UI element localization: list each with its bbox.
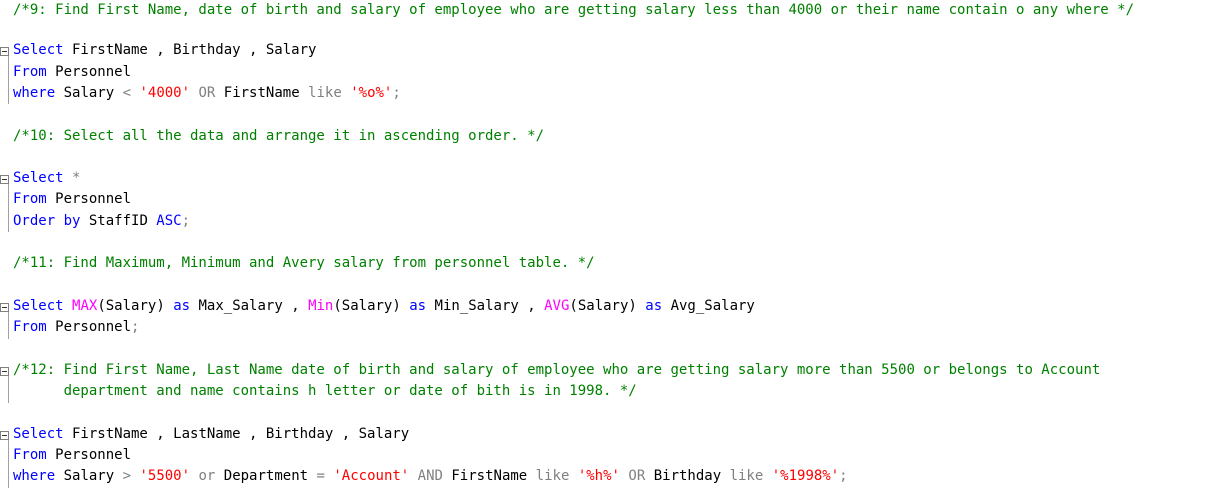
table-name: Personnel	[46, 319, 132, 335]
keyword-as: as	[173, 298, 191, 314]
code-line[interactable]: Order by StaffID ASC;	[13, 211, 190, 232]
string-literal: 'Account'	[333, 468, 410, 484]
function-args: (Salary)	[333, 298, 401, 314]
identifier: Department	[215, 468, 317, 484]
operator-like: like	[308, 85, 342, 101]
string-literal: '4000'	[139, 85, 191, 101]
function-avg: AVG	[544, 298, 570, 314]
operator-or: OR	[619, 468, 646, 484]
code-line[interactable]: /*9: Find First Name, date of birth and …	[13, 0, 1134, 21]
code-line[interactable]: /*12: Find First Name, Last Name date of…	[13, 360, 1100, 381]
alias: Max_Salary ,	[190, 298, 309, 314]
keyword-select: Select	[13, 42, 64, 58]
keyword-where: where	[13, 85, 56, 101]
keyword-asc: ASC	[156, 213, 182, 229]
semicolon: ;	[392, 85, 401, 101]
identifier: FirstName	[442, 468, 536, 484]
column-list: FirstName , LastName , Birthday , Salary	[63, 426, 410, 442]
keyword-from: From	[13, 64, 47, 80]
comment: department and name contains h letter or…	[13, 383, 637, 399]
fold-line	[8, 312, 9, 339]
operator: >	[122, 468, 132, 484]
sql-code-editor[interactable]: /*9: Find First Name, date of birth and …	[0, 0, 1230, 502]
keyword-from: From	[13, 447, 47, 463]
identifier: StaffID	[80, 213, 157, 229]
code-line[interactable]: /*11: Find Maximum, Minimum and Avery sa…	[13, 253, 595, 274]
code-line[interactable]: From Personnel	[13, 445, 131, 466]
alias: Min_Salary ,	[426, 298, 545, 314]
code-line[interactable]: From Personnel	[13, 62, 131, 83]
collapse-icon[interactable]	[0, 303, 9, 312]
alias: Avg_Salary	[662, 298, 755, 314]
keyword-from: From	[13, 319, 47, 335]
star-operator: *	[63, 170, 81, 186]
keyword-from: From	[13, 191, 47, 207]
comment: /*10: Select all the data and arrange it…	[13, 128, 545, 144]
table-name: Personnel	[46, 64, 132, 80]
collapse-icon[interactable]	[0, 47, 9, 56]
code-line[interactable]: Select FirstName , LastName , Birthday ,…	[13, 424, 409, 445]
operator-like: like	[729, 468, 764, 484]
function-min: Min	[308, 298, 334, 314]
keyword-select: Select	[13, 426, 64, 442]
table-name: Personnel	[46, 191, 132, 207]
semicolon: ;	[839, 468, 848, 484]
string-literal: '5500'	[139, 468, 191, 484]
comment: /*12: Find First Name, Last Name date of…	[13, 362, 1101, 378]
operator: <	[122, 85, 132, 101]
operator-like: like	[535, 468, 570, 484]
keyword-select: Select	[13, 170, 64, 186]
collapse-icon[interactable]	[0, 431, 9, 440]
code-line[interactable]: From Personnel;	[13, 317, 139, 338]
fold-line	[8, 440, 9, 488]
semicolon: ;	[181, 213, 191, 229]
code-line[interactable]: where Salary > '5500' or Department = 'A…	[13, 466, 848, 487]
function-max: MAX	[72, 298, 98, 314]
string-literal: '%o%'	[350, 85, 393, 101]
identifier: Salary	[55, 85, 123, 101]
fold-line	[8, 56, 9, 104]
function-args: (Salary)	[97, 298, 165, 314]
string-literal: '%1998%'	[771, 468, 840, 484]
fold-line	[8, 376, 9, 403]
keyword-where: where	[13, 468, 56, 484]
semicolon: ;	[131, 319, 140, 335]
code-line[interactable]: Select FirstName , Birthday , Salary	[13, 40, 316, 61]
comment: /*11: Find Maximum, Minimum and Avery sa…	[13, 255, 595, 271]
keyword-select: Select	[13, 298, 64, 314]
operator: =	[316, 468, 325, 484]
collapse-icon[interactable]	[0, 367, 9, 376]
keyword-as: as	[645, 298, 663, 314]
code-line[interactable]: where Salary < '4000' OR FirstName like …	[13, 83, 401, 104]
table-name: Personnel	[46, 447, 132, 463]
code-line[interactable]: /*10: Select all the data and arrange it…	[13, 126, 544, 147]
operator-and: AND	[409, 468, 443, 484]
keyword-order-by: Order by	[13, 213, 81, 229]
code-line[interactable]: Select MAX(Salary) as Max_Salary , Min(S…	[13, 296, 755, 317]
operator-or: or	[190, 468, 216, 484]
code-line[interactable]: Select *	[13, 168, 80, 189]
column-list: FirstName , Birthday , Salary	[63, 42, 317, 58]
code-line[interactable]: From Personnel	[13, 189, 131, 210]
comment: /*9: Find First Name, date of birth and …	[13, 2, 1135, 18]
keyword-as: as	[409, 298, 427, 314]
operator-or: OR	[190, 85, 216, 101]
string-literal: '%h%'	[577, 468, 620, 484]
identifier: Salary	[55, 468, 123, 484]
identifier: Birthday	[645, 468, 730, 484]
code-line[interactable]: department and name contains h letter or…	[13, 381, 637, 402]
fold-line	[8, 184, 9, 232]
collapse-icon[interactable]	[0, 175, 9, 184]
identifier: FirstName	[215, 85, 309, 101]
function-args: (Salary)	[569, 298, 637, 314]
